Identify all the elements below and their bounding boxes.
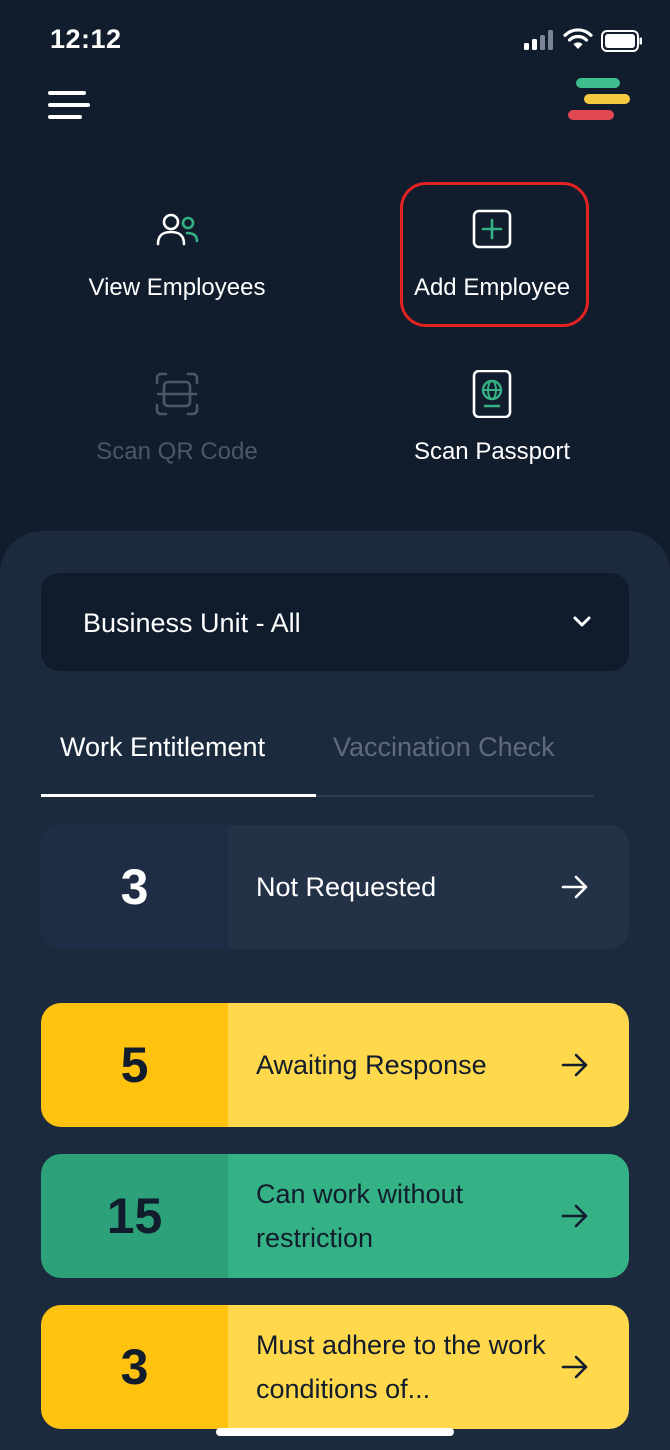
status-card-body: Not Requested [228, 825, 629, 949]
cellular-signal-icon [524, 30, 556, 50]
status-card-work-conditions[interactable]: 3 Must adhere to the work conditions of.… [41, 1305, 629, 1429]
scan-qr-code-button[interactable]: Scan QR Code [57, 370, 297, 490]
status-time: 12:12 [50, 24, 122, 54]
arrow-right-icon [561, 875, 588, 899]
hamburger-menu-icon[interactable] [46, 88, 90, 122]
view-employees-label: View Employees [88, 274, 266, 301]
chevron-down-icon [573, 616, 591, 627]
arrow-right-icon [561, 1355, 588, 1379]
status-label: Not Requested [256, 872, 437, 902]
plus-square-icon [472, 209, 512, 249]
status-card-awaiting-response[interactable]: 5 Awaiting Response [41, 1003, 629, 1127]
status-card-not-requested[interactable]: 3 Not Requested [41, 825, 629, 949]
scan-qr-code-label: Scan QR Code [96, 438, 258, 465]
business-unit-dropdown[interactable]: Business Unit - All [41, 573, 629, 671]
status-card-body: Must adhere to the work conditions of... [228, 1305, 629, 1429]
status-count: 15 [41, 1154, 228, 1278]
people-icon [156, 213, 199, 246]
business-unit-label: Business Unit - All [83, 608, 301, 638]
view-employees-button[interactable]: View Employees [57, 206, 297, 326]
tab-work-entitlement[interactable]: Work Entitlement [60, 732, 265, 763]
home-indicator [216, 1428, 454, 1436]
arrow-right-icon [561, 1053, 588, 1077]
status-count: 5 [41, 1003, 228, 1127]
add-employee-label: Add Employee [413, 274, 571, 301]
app-screen: 12:12 View Employees Add Employee Scan Q… [0, 0, 670, 1450]
status-card-body: Awaiting Response [228, 1003, 629, 1127]
passport-icon [472, 370, 512, 418]
status-label: Awaiting Response [256, 1050, 487, 1080]
add-employee-button[interactable]: Add Employee [372, 206, 612, 326]
status-tabs: Work Entitlement Vaccination Check [41, 720, 594, 798]
scan-passport-label: Scan Passport [413, 438, 571, 465]
status-bar: 12:12 [0, 0, 670, 82]
status-count: 3 [41, 1305, 228, 1429]
battery-icon [601, 30, 642, 52]
status-card-can-work[interactable]: 15 Can work without restriction [41, 1154, 629, 1278]
status-label: Must adhere to the work conditions of... [256, 1330, 546, 1404]
active-tab-indicator [41, 794, 316, 797]
brand-logo-icon [566, 78, 632, 122]
wifi-icon [563, 28, 593, 49]
scan-frame-icon [155, 372, 199, 416]
status-count: 3 [41, 825, 228, 949]
arrow-right-icon [561, 1204, 588, 1228]
status-card-body: Can work without restriction [228, 1154, 629, 1278]
scan-passport-button[interactable]: Scan Passport [372, 370, 612, 490]
tab-vaccination-check[interactable]: Vaccination Check [333, 732, 555, 763]
status-label: Can work without restriction [256, 1179, 464, 1253]
